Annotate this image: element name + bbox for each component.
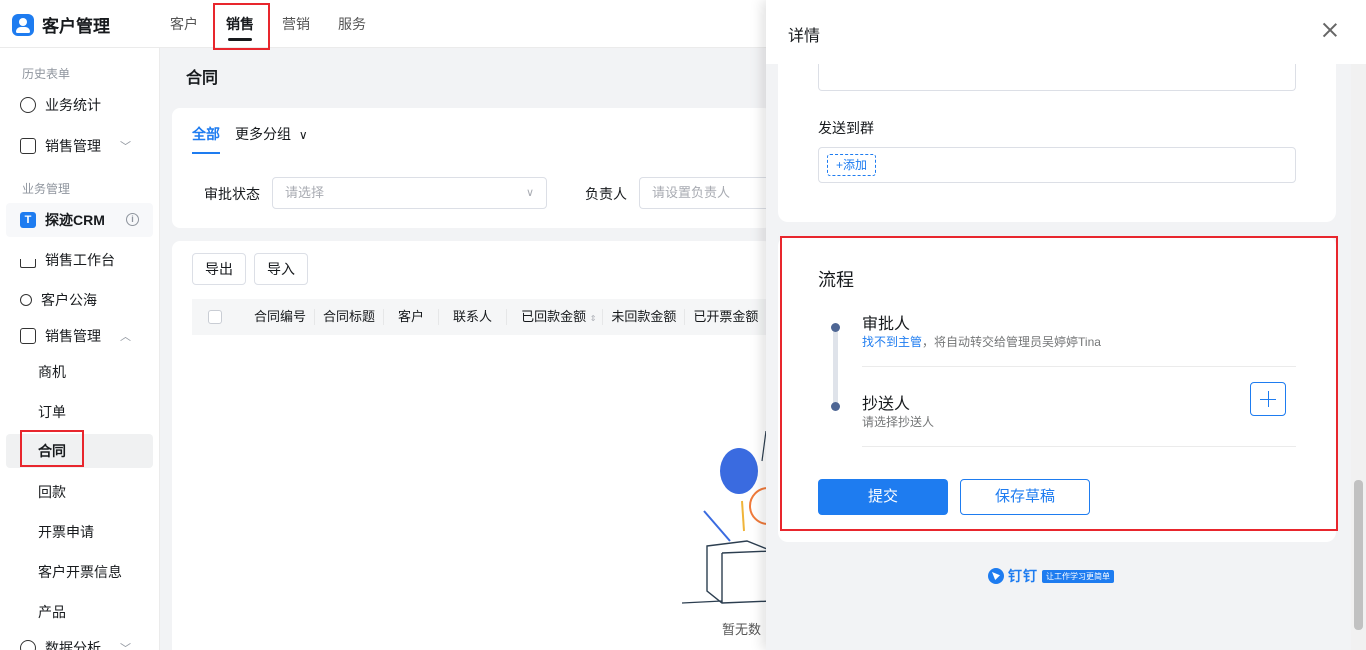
brand-slogan: 让工作学习更简单 — [1042, 569, 1114, 583]
balloon-icon — [720, 448, 758, 494]
sidebar-sub-order[interactable]: 订单 — [6, 395, 153, 429]
column-contract-title[interactable]: 合同标题 — [315, 309, 385, 325]
sidebar-sub-opportunity[interactable]: 商机 — [6, 355, 153, 389]
sidebar-group-history: 历史表单 — [22, 67, 71, 81]
chevron-down-icon: ﹀ — [120, 141, 131, 153]
import-button[interactable]: 导入 — [254, 253, 308, 285]
sidebar-item-sales-mgmt[interactable]: 销售管理 ︿ — [6, 319, 153, 353]
pie-chart-icon — [20, 640, 36, 650]
column-unreceived-amount[interactable]: 未回款金额 — [603, 309, 686, 325]
column-received-amount-label: 已回款金额 — [521, 309, 587, 324]
sidebar-item-label: 数据分析 — [45, 640, 101, 650]
chevron-down-icon: ∨ — [525, 187, 534, 199]
chevron-up-icon: ︿ — [120, 331, 131, 343]
sidebar: 历史表单 业务统计 销售管理 ﹀ 业务管理 T 探迹CRM i 销售工作台 客户… — [0, 48, 160, 650]
sidebar-item-data-analysis[interactable]: 数据分析 ﹀ — [6, 631, 153, 650]
owner-label: 负责人 — [585, 186, 627, 202]
close-icon[interactable] — [1322, 22, 1338, 38]
owner-placeholder: 请设置负责人 — [652, 185, 731, 200]
tab-customer[interactable]: 客户 — [170, 0, 198, 48]
filter-tab-all[interactable]: 全部 — [192, 124, 220, 154]
sidebar-sub-payment[interactable]: 回款 — [6, 475, 153, 509]
table-header: 合同编号 合同标题 客户 联系人 已回款金额 ⇕ 未回款金额 已开票金额 — [192, 299, 772, 335]
chevron-down-icon: ﹀ — [120, 643, 131, 650]
column-contact[interactable]: 联系人 — [439, 309, 508, 325]
filter-tab-more[interactable]: 更多分组 ∨ — [235, 124, 308, 144]
approval-status-label: 审批状态 — [204, 186, 260, 202]
home-icon — [20, 258, 36, 268]
column-contract-no[interactable]: 合同编号 — [246, 309, 316, 325]
top-nav: 客户 销售 营销 服务 — [170, 0, 394, 48]
tab-service[interactable]: 服务 — [338, 0, 366, 48]
scrollbar-thumb[interactable] — [1354, 480, 1363, 630]
info-icon[interactable]: i — [126, 213, 139, 226]
sidebar-item-label: 业务统计 — [45, 97, 101, 113]
dingtalk-brand: 钉钉 让工作学习更简单 — [988, 566, 1114, 586]
people-icon — [20, 294, 32, 306]
sidebar-item-label: 销售管理 — [45, 138, 101, 154]
brand-name: 钉钉 — [1008, 568, 1038, 584]
sort-icon[interactable]: ⇕ — [590, 314, 597, 323]
detail-title: 详情 — [788, 28, 821, 45]
column-customer[interactable]: 客户 — [384, 309, 440, 325]
highlight-process-card — [780, 236, 1338, 531]
chevron-down-icon: ∨ — [298, 128, 308, 142]
column-invoiced-amount[interactable]: 已开票金额 — [685, 309, 766, 325]
crm-logo-icon: T — [20, 212, 36, 228]
empty-state-illustration — [682, 431, 772, 604]
highlight-contract-item — [20, 430, 84, 467]
empty-text: 暂无数 — [722, 622, 762, 637]
form-card: 发送到群 +添加 — [778, 64, 1336, 222]
add-group-button[interactable]: +添加 — [827, 154, 877, 176]
detail-header: 详情 — [766, 0, 1366, 64]
send-to-group-label: 发送到群 — [818, 120, 874, 136]
table-card: 导出 导入 合同编号 合同标题 客户 联系人 已回款金额 ⇕ 未回款金额 已开票… — [172, 241, 772, 650]
sidebar-item-label: 销售工作台 — [45, 252, 115, 268]
sidebar-group-business: 业务管理 — [22, 182, 71, 196]
select-all-checkbox[interactable] — [208, 310, 222, 324]
sidebar-sub-invoice-request[interactable]: 开票申请 — [6, 515, 153, 549]
filter-tab-more-label: 更多分组 — [235, 126, 291, 142]
text-area[interactable] — [818, 64, 1296, 91]
page-title: 合同 — [186, 70, 219, 87]
sidebar-item-label: 销售管理 — [45, 328, 101, 344]
sidebar-item-label: 客户公海 — [41, 292, 97, 308]
form-icon — [20, 138, 36, 154]
sidebar-item-public-pool[interactable]: 客户公海 — [6, 283, 153, 317]
highlight-sales-tab — [213, 3, 270, 50]
sidebar-item-sales-mgmt-history[interactable]: 销售管理 ﹀ — [6, 129, 153, 163]
approval-status-placeholder: 请选择 — [285, 185, 325, 200]
sidebar-sub-product[interactable]: 产品 — [6, 595, 153, 629]
app-logo[interactable]: 客户管理 — [12, 12, 110, 37]
chart-icon — [20, 97, 36, 113]
tab-marketing[interactable]: 营销 — [282, 0, 310, 48]
app-title: 客户管理 — [42, 17, 110, 36]
owner-select[interactable]: 请设置负责人 — [639, 177, 779, 209]
user-icon — [12, 13, 34, 36]
scrollbar[interactable] — [1351, 64, 1366, 650]
sidebar-item-workbench[interactable]: 销售工作台 — [6, 243, 153, 277]
sidebar-item-stats[interactable]: 业务统计 — [6, 88, 153, 122]
send-to-group-field: +添加 — [818, 147, 1296, 183]
export-button[interactable]: 导出 — [192, 253, 246, 285]
sidebar-item-crm[interactable]: T 探迹CRM i — [6, 203, 153, 237]
approval-status-select[interactable]: 请选择 ∨ — [272, 177, 547, 209]
column-received-amount[interactable]: 已回款金额 ⇕ — [507, 309, 604, 325]
sidebar-item-label: 探迹CRM — [45, 212, 105, 228]
sidebar-sub-invoice-info[interactable]: 客户开票信息 — [6, 555, 153, 589]
filter-card: 全部 更多分组 ∨ 审批状态 请选择 ∨ 负责人 请设置负责人 — [172, 108, 779, 228]
dingtalk-icon — [988, 568, 1004, 584]
edit-icon — [20, 328, 36, 344]
